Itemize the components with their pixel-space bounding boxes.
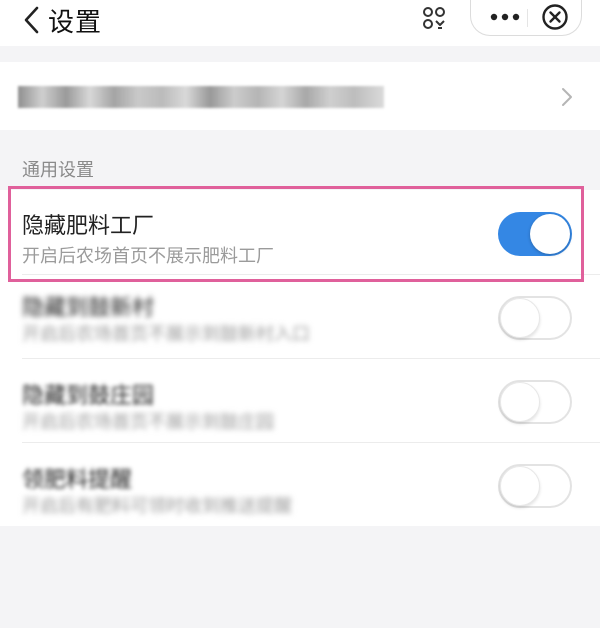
capsule-divider xyxy=(527,9,528,27)
top-bar: 设置 xyxy=(0,0,600,46)
settings-list: 隐藏肥料工厂 开启后农场首页不展示肥料工厂 隐藏到鼓新村 开启后农场首页不展示到… xyxy=(0,190,600,526)
divider xyxy=(22,442,600,443)
account-row[interactable] xyxy=(0,62,600,130)
scan-button[interactable] xyxy=(412,0,456,36)
setting-item-3: 隐藏到鼓庄园 开启后农场首页不展示到鼓庄园 xyxy=(0,358,600,442)
setting-label: 隐藏肥料工厂 xyxy=(22,214,155,239)
pixelated-account-info xyxy=(18,86,384,108)
scan-icon xyxy=(423,7,445,29)
toggle-switch[interactable] xyxy=(498,464,572,508)
toggle-knob xyxy=(500,466,540,506)
setting-item-2: 隐藏到鼓新村 开启后农场首页不展示到鼓新村入口 xyxy=(0,274,600,358)
toggle-knob xyxy=(500,382,540,422)
section-title: 通用设置 xyxy=(22,160,94,181)
setting-description: 开启后农场首页不展示到鼓新村入口 xyxy=(22,324,310,345)
more-button[interactable] xyxy=(485,0,525,34)
toggle-switch[interactable] xyxy=(498,296,572,340)
chevron-right-icon xyxy=(562,88,572,106)
setting-label: 隐藏到鼓庄园 xyxy=(22,384,155,409)
close-button[interactable] xyxy=(535,0,575,34)
chevron-left-icon xyxy=(24,6,39,34)
toggle-knob xyxy=(530,214,570,254)
setting-description: 开启后农场首页不展示到鼓庄园 xyxy=(22,412,274,433)
capsule-menu xyxy=(470,0,582,36)
toggle-switch[interactable] xyxy=(498,212,572,256)
setting-label: 领肥料提醒 xyxy=(22,468,133,493)
page-title: 设置 xyxy=(48,7,103,38)
setting-item-4: 领肥料提醒 开启后有肥料可领时收到推送提醒 xyxy=(0,442,600,526)
toggle-switch[interactable] xyxy=(498,380,572,424)
more-dots-icon xyxy=(490,13,520,21)
divider xyxy=(22,358,600,359)
setting-label: 隐藏到鼓新村 xyxy=(22,296,155,321)
divider xyxy=(22,274,600,275)
back-button[interactable]: 设置 xyxy=(22,0,102,40)
setting-description: 开启后农场首页不展示肥料工厂 xyxy=(22,246,274,267)
setting-description: 开启后有肥料可领时收到推送提醒 xyxy=(22,496,292,517)
setting-hide-fertilizer-factory: 隐藏肥料工厂 开启后农场首页不展示肥料工厂 xyxy=(0,190,600,274)
close-circle-icon xyxy=(542,4,568,30)
toggle-knob xyxy=(500,298,540,338)
